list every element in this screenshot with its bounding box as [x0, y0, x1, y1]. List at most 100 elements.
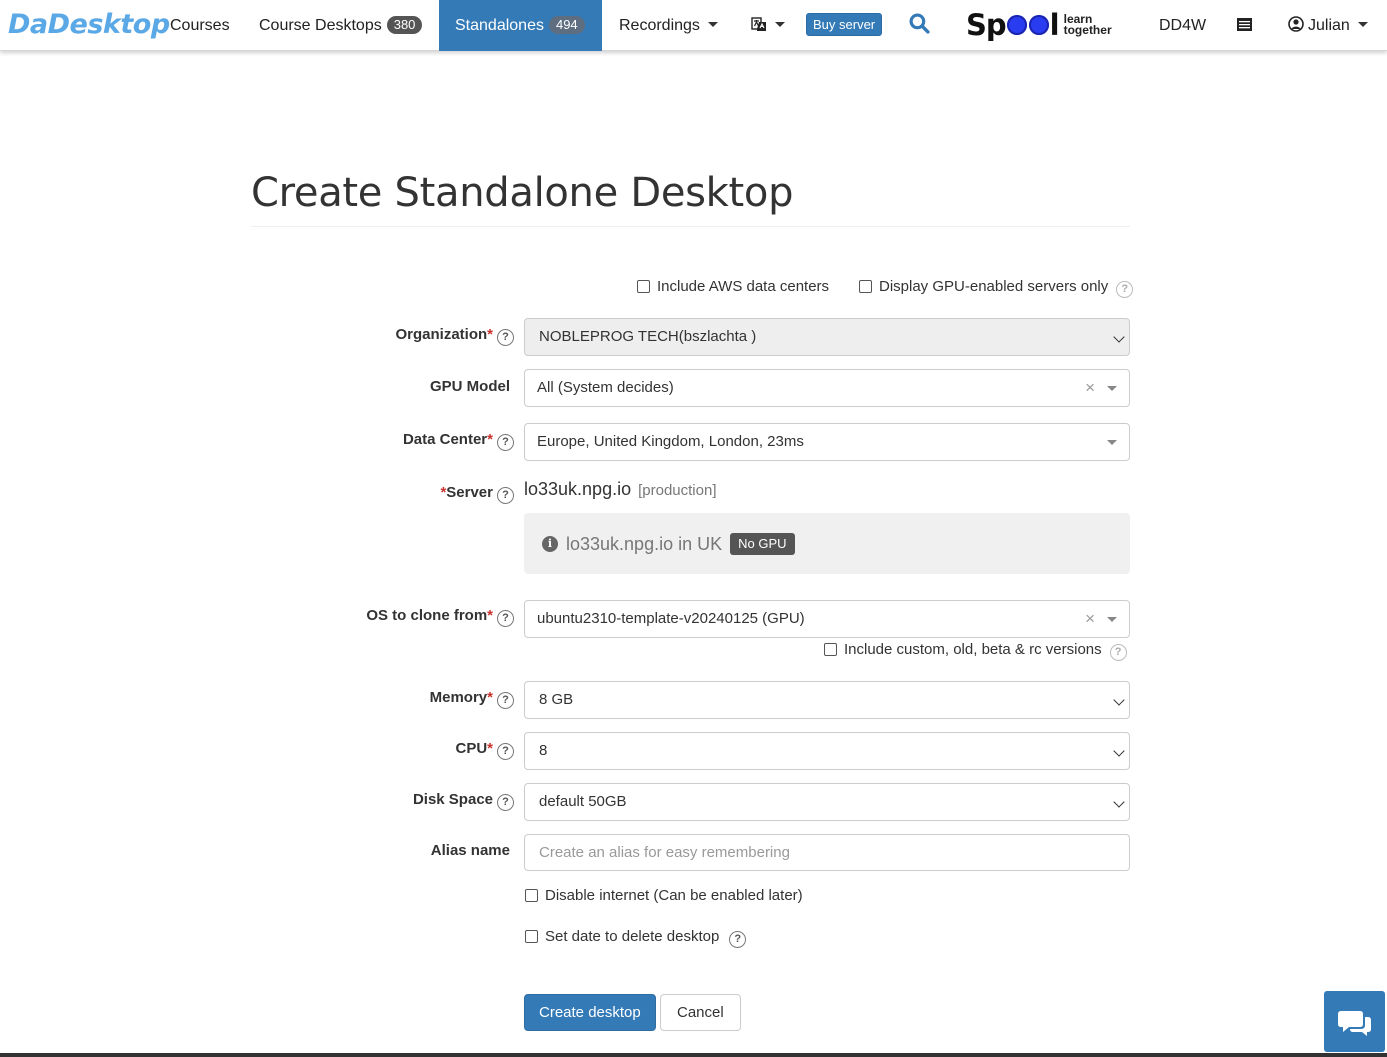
nav-dd4w-label: DD4W: [1159, 17, 1207, 34]
help-icon[interactable]: ?: [729, 931, 747, 948]
os-value: ubuntu2310-template-v20240125 (GPU): [537, 610, 805, 627]
create-desktop-button[interactable]: Create desktop: [524, 994, 656, 1031]
memory-label-text: Memory: [429, 689, 488, 706]
disable-internet-checkbox[interactable]: [525, 889, 538, 902]
brand-part-2: Desktop: [47, 9, 171, 40]
nav-recordings[interactable]: Recordings: [619, 0, 718, 51]
caret-down-icon: [1107, 386, 1117, 391]
chat-bubbles-icon: [1338, 1011, 1371, 1036]
gpu-model-select[interactable]: All (System decides) ×: [524, 369, 1130, 407]
help-icon[interactable]: ?: [1116, 281, 1134, 298]
gpu-only-checkbox-row[interactable]: Display GPU-enabled servers only?: [859, 278, 1134, 298]
memory-select[interactable]: 8 GB: [524, 681, 1130, 719]
list-icon: [1237, 18, 1252, 31]
gpu-model-value: All (System decides): [537, 379, 674, 396]
nav-courses[interactable]: Courses: [170, 0, 230, 51]
spool-word-end: l: [1049, 8, 1060, 42]
organization-select[interactable]: NOBLEPROG TECH(bszlachta ): [524, 318, 1130, 356]
info-icon: i: [542, 536, 558, 552]
data-center-value: Europe, United Kingdom, London, 23ms: [537, 433, 804, 450]
chevron-down-icon: [775, 22, 785, 27]
user-name: Julian: [1308, 17, 1350, 34]
data-center-select[interactable]: Europe, United Kingdom, London, 23ms: [524, 423, 1130, 461]
help-icon[interactable]: ?: [497, 610, 514, 627]
nav-course-desktops[interactable]: Course Desktops 380: [259, 0, 423, 51]
os-select[interactable]: ubuntu2310-template-v20240125 (GPU) ×: [524, 600, 1130, 638]
user-icon: [1288, 16, 1304, 32]
include-versions-label: Include custom, old, beta & rc versions: [844, 641, 1102, 658]
disk-space-value: default 50GB: [539, 793, 627, 810]
menu-button[interactable]: [1237, 0, 1252, 51]
server-hostname: lo33uk.npg.io: [524, 479, 632, 499]
nav-standalones-label: Standalones: [455, 17, 544, 34]
os-label: OS to clone from*?: [366, 607, 514, 627]
delete-date-checkbox[interactable]: [525, 930, 538, 943]
top-navbar: DaDesktop Courses Course Desktops 380 Sta…: [0, 0, 1387, 51]
cpu-label: CPU*?: [455, 740, 514, 760]
brand-logo[interactable]: DaDesktop: [8, 8, 170, 42]
help-icon[interactable]: ?: [497, 794, 514, 811]
delete-date-checkbox-row[interactable]: Set date to delete desktop?: [525, 928, 747, 948]
caret-down-icon: [1107, 617, 1117, 622]
delete-date-label: Set date to delete desktop: [545, 928, 720, 945]
clear-icon[interactable]: ×: [1085, 370, 1095, 406]
cpu-select[interactable]: 8: [524, 732, 1130, 770]
no-gpu-badge: No GPU: [730, 533, 795, 555]
search-icon: [909, 13, 930, 34]
include-versions-checkbox[interactable]: [824, 643, 837, 656]
standalones-count-badge: 494: [548, 16, 585, 34]
include-aws-checkbox[interactable]: [637, 280, 650, 293]
organization-value: NOBLEPROG TECH(bszlachta ): [539, 328, 757, 345]
disk-space-select[interactable]: default 50GB: [524, 783, 1130, 821]
spool-logo[interactable]: Sp l learn together: [966, 6, 1112, 44]
clear-icon[interactable]: ×: [1085, 601, 1095, 637]
cancel-button[interactable]: Cancel: [660, 994, 741, 1031]
server-info-text: lo33uk.npg.io in UK: [566, 534, 723, 554]
spool-tagline-line-2: together: [1063, 23, 1112, 37]
course-desktops-count-badge: 380: [386, 16, 423, 34]
include-aws-label: Include AWS data centers: [657, 278, 830, 295]
help-icon[interactable]: ?: [497, 743, 514, 760]
help-icon[interactable]: ?: [497, 329, 514, 346]
cpu-value: 8: [539, 742, 548, 759]
include-aws-checkbox-row[interactable]: Include AWS data centers: [637, 278, 829, 295]
include-versions-checkbox-row[interactable]: Include custom, old, beta & rc versions?: [824, 641, 1127, 661]
required-mark: *: [487, 689, 493, 706]
search-button[interactable]: [909, 0, 930, 51]
help-icon[interactable]: ?: [497, 434, 514, 451]
title-divider: [251, 226, 1130, 227]
language-dropdown[interactable]: [751, 0, 785, 51]
chevron-down-icon: [1357, 22, 1368, 27]
disable-internet-checkbox-row[interactable]: Disable internet (Can be enabled later): [525, 887, 803, 904]
required-mark: *: [487, 607, 493, 624]
server-label: *Server?: [440, 484, 514, 504]
required-mark: *: [487, 740, 493, 757]
help-icon[interactable]: ?: [1109, 644, 1127, 661]
spool-logo-dot: [1006, 15, 1027, 35]
buy-server-button[interactable]: Buy server: [806, 13, 883, 36]
memory-value: 8 GB: [539, 691, 574, 708]
alias-label: Alias name: [431, 842, 510, 859]
gpu-model-label-text: GPU Model: [429, 378, 510, 395]
nav-standalones[interactable]: Standalones 494: [439, 0, 602, 51]
memory-label: Memory*?: [430, 689, 514, 709]
server-environment: [production]: [638, 482, 717, 499]
user-menu[interactable]: Julian: [1288, 0, 1368, 51]
alias-input[interactable]: Create an alias for easy remembering: [524, 834, 1130, 871]
nav-recordings-label: Recordings: [619, 17, 700, 34]
disk-space-label: Disk Space?: [413, 791, 514, 811]
chevron-down-icon: [1113, 745, 1125, 757]
nav-dd4w[interactable]: DD4W: [1159, 0, 1206, 51]
required-mark: *: [487, 431, 493, 448]
help-icon[interactable]: ?: [497, 487, 514, 504]
gpu-model-label: GPU Model: [430, 378, 510, 395]
language-icon: [751, 17, 766, 31]
chat-button[interactable]: [1324, 991, 1385, 1052]
disable-internet-label: Disable internet (Can be enabled later): [545, 887, 803, 904]
gpu-only-checkbox[interactable]: [859, 280, 872, 293]
spool-word-start: Sp: [966, 8, 1007, 42]
help-icon[interactable]: ?: [497, 692, 514, 709]
disk-space-label-text: Disk Space: [412, 791, 493, 808]
cpu-label-text: CPU: [455, 740, 488, 757]
spool-logo-dot: [1028, 15, 1049, 35]
